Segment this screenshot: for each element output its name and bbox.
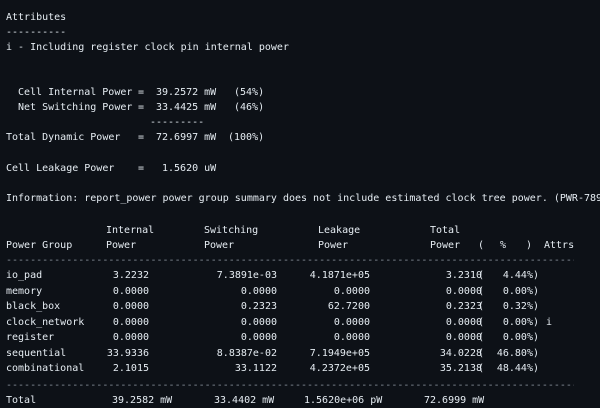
header-switching-power: Power xyxy=(204,240,235,251)
row-percent-paren: ( xyxy=(478,286,485,297)
row-internal-power: 0.0000 xyxy=(112,286,149,297)
cell-leakage-power-value: 1.5620 uW xyxy=(162,163,217,174)
attributes-heading: Attributes xyxy=(6,12,67,23)
cell-internal-power-percent: (54%) xyxy=(234,87,265,98)
row-percent-paren: ( xyxy=(478,363,485,374)
row-leakage-power: 62.7200 xyxy=(327,301,370,312)
row-attrs: i xyxy=(546,317,553,328)
information-message: Information: report_power power group su… xyxy=(6,193,600,204)
row-internal-power: 0.0000 xyxy=(112,301,149,312)
row-power-group: sequential xyxy=(6,348,67,359)
row-total-power: 35.2138 xyxy=(439,363,482,374)
header-internal: Internal xyxy=(106,225,155,236)
row-percent-paren: ( xyxy=(478,270,485,281)
row-leakage-power: 0.0000 xyxy=(333,317,370,328)
row-percent-paren: ( xyxy=(478,317,485,328)
row-switching-power: 8.8387e-02 xyxy=(216,348,277,359)
row-percent: 0.00%) xyxy=(502,332,539,343)
cell-internal-power-value: 39.2572 mW xyxy=(156,87,217,98)
row-switching-power: 0.0000 xyxy=(240,286,277,297)
attributes-rule: ---------- xyxy=(6,27,67,38)
table-header-rule: ----------------------------------------… xyxy=(6,255,574,266)
row-leakage-power: 0.0000 xyxy=(333,286,370,297)
row-switching-power: 0.2323 xyxy=(240,301,277,312)
total-dynamic-power-percent: (100%) xyxy=(228,132,265,143)
row-percent: 0.00%) xyxy=(502,317,539,328)
total-dynamic-power-label: Total Dynamic Power xyxy=(6,132,121,143)
net-switching-power-value: 33.4425 mW xyxy=(156,102,217,113)
header-total: Total xyxy=(430,225,461,236)
header-total-power: Power xyxy=(430,240,461,251)
row-percent-paren: ( xyxy=(478,332,485,343)
row-internal-power: 2.1015 xyxy=(112,363,149,374)
row-percent: 0.32%) xyxy=(502,301,539,312)
row-power-group: black_box xyxy=(6,301,61,312)
row-switching-power: 0.0000 xyxy=(240,332,277,343)
row-percent-paren: ( xyxy=(478,348,485,359)
total-dynamic-power-value: 72.6997 mW xyxy=(156,132,217,143)
row-total-power: 3.2310 xyxy=(445,270,482,281)
net-switching-power-label: Net Switching Power xyxy=(18,102,133,113)
subtotal-rule: --------- xyxy=(150,117,205,128)
row-internal-power: 0.0000 xyxy=(112,317,149,328)
header-percent-open: ( xyxy=(478,240,485,251)
attribute-note: i - Including register clock pin interna… xyxy=(6,42,289,53)
row-power-group: combinational xyxy=(6,363,85,374)
row-total-power: 0.0000 xyxy=(445,317,482,328)
row-leakage-power: 4.2372e+05 xyxy=(309,363,370,374)
row-percent: 4.44%) xyxy=(502,270,539,281)
row-power-group: register xyxy=(6,332,55,343)
row-total-power: 34.0228 xyxy=(439,348,482,359)
total-row-switching: 33.4402 mW xyxy=(214,395,275,406)
net-switching-power-percent: (46%) xyxy=(234,102,265,113)
total-row-total: 72.6999 mW xyxy=(424,395,485,406)
row-leakage-power: 0.0000 xyxy=(333,332,370,343)
row-percent: 46.80%) xyxy=(496,348,539,359)
header-percent: % xyxy=(500,240,507,251)
row-power-group: memory xyxy=(6,286,43,297)
row-power-group: clock_network xyxy=(6,317,85,328)
header-switching: Switching xyxy=(204,225,259,236)
equals-sign: = xyxy=(138,87,145,98)
row-switching-power: 0.0000 xyxy=(240,317,277,328)
header-leakage: Leakage xyxy=(318,225,361,236)
total-row-internal: 39.2582 mW xyxy=(112,395,173,406)
equals-sign: = xyxy=(138,132,145,143)
row-percent: 48.44%) xyxy=(496,363,539,374)
header-percent-close: ) xyxy=(526,240,533,251)
row-switching-power: 7.3891e-03 xyxy=(216,270,277,281)
total-row-label: Total xyxy=(6,395,37,406)
total-row-leakage: 1.5620e+06 pW xyxy=(304,395,383,406)
row-total-power: 0.0000 xyxy=(445,332,482,343)
row-internal-power: 0.0000 xyxy=(112,332,149,343)
header-power-group: Power Group xyxy=(6,240,73,251)
equals-sign: = xyxy=(138,102,145,113)
row-leakage-power: 4.1871e+05 xyxy=(309,270,370,281)
row-internal-power: 33.9336 xyxy=(106,348,149,359)
row-switching-power: 33.1122 xyxy=(234,363,277,374)
row-percent: 0.00%) xyxy=(502,286,539,297)
table-footer-rule: ----------------------------------------… xyxy=(6,380,574,391)
cell-leakage-power-label: Cell Leakage Power xyxy=(6,163,115,174)
row-internal-power: 3.2232 xyxy=(112,270,149,281)
cell-internal-power-label: Cell Internal Power xyxy=(18,87,133,98)
row-total-power: 0.2323 xyxy=(445,301,482,312)
header-leakage-power: Power xyxy=(318,240,349,251)
row-power-group: io_pad xyxy=(6,270,43,281)
row-leakage-power: 7.1949e+05 xyxy=(309,348,370,359)
terminal-output[interactable]: Attributes ---------- i - Including regi… xyxy=(0,0,600,408)
header-attrs: Attrs xyxy=(544,240,575,251)
row-percent-paren: ( xyxy=(478,301,485,312)
equals-sign: = xyxy=(138,163,145,174)
row-total-power: 0.0000 xyxy=(445,286,482,297)
header-internal-power: Power xyxy=(106,240,137,251)
scrollbar[interactable] xyxy=(594,0,600,408)
